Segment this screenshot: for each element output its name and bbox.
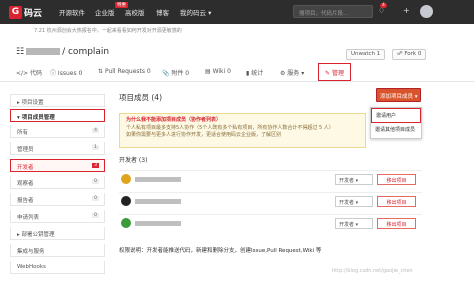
sidebar-item-project-settings[interactable]: ▸ 项目设置 [10, 94, 105, 107]
member-name-blurred[interactable] [135, 199, 181, 204]
sidebar-label: 部署公钥管理 [21, 232, 55, 238]
permission-note: 权限说明：开发者能推送代码，新建和删除分支，创建Issue,Pull Reque… [119, 248, 322, 254]
sidebar-item-observer[interactable]: 观察者 0 [10, 176, 105, 189]
repo-name[interactable]: complain [68, 47, 109, 57]
remove-member-button[interactable]: 移出项目 [377, 218, 416, 229]
tab-wiki[interactable]: ▤ Wiki 0 [205, 68, 231, 75]
sidebar-label: 项目设置 [21, 100, 44, 106]
warning-line-1: 个人私有项目最多支持5人协作（5个人既有多个私有项目，所有协作人数合计不得超过 … [126, 124, 334, 131]
warning-title: 为什么我不能添加项目成员（协作者列表） [126, 117, 222, 123]
sidebar-item-all[interactable]: 所有 4 [10, 125, 105, 138]
warning-line-2[interactable]: 如果你需要与更多人进行协作开发，更适合使用码云企业版，了解区别 [126, 132, 359, 140]
tab-manage-label: 管理 [331, 70, 344, 77]
logo-icon: G [9, 5, 22, 19]
tab-pr-label: Pull Requests 0 [104, 68, 151, 75]
member-avatar[interactable] [121, 218, 131, 228]
sidebar-label: 集成与服务 [17, 249, 45, 255]
tab-services-label: 服务 ▾ [287, 70, 305, 77]
gitee-logo[interactable]: G 码云 [9, 5, 42, 19]
remove-member-button[interactable]: 移出项目 [377, 196, 416, 207]
nav-enterprise[interactable]: 企业版 [95, 7, 115, 17]
fork-button[interactable]: ☍ Fork 0 [392, 49, 427, 60]
fork-label: Fork [404, 51, 417, 57]
sidebar-label: 所有 [17, 130, 29, 136]
role-select[interactable]: 开发者 ▾ [335, 196, 373, 207]
tab-issues[interactable]: ⓘ Issues 0 [50, 68, 82, 77]
tab-stats[interactable]: ▮ 统计 [246, 68, 263, 77]
collaborator-limit-warning: 为什么我不能添加项目成员（协作者列表） 个人私有项目最多支持5人协作（5个人既有… [119, 113, 366, 148]
owner-name-blurred [26, 48, 61, 55]
unwatch-label: Unwatch [351, 51, 376, 57]
sidebar-item-admin[interactable]: 管理员 1 [10, 142, 105, 155]
tab-attach-label: 附件 0 [171, 70, 190, 77]
sidebar-item-integrations[interactable]: 集成与服务 [10, 244, 105, 257]
logo-text: 码云 [24, 8, 43, 19]
tab-services[interactable]: ⚙ 服务 ▾ [280, 68, 304, 77]
member-row: 开发者 ▾ 移出项目 [119, 192, 422, 213]
member-name-blurred[interactable] [135, 177, 181, 182]
notification-count: 4 [380, 3, 387, 8]
role-select[interactable]: 开发者 ▾ [335, 174, 373, 185]
member-avatar[interactable] [121, 174, 131, 184]
tab-stats-label: 统计 [251, 70, 264, 77]
sidebar-label: 管理员 [17, 147, 34, 153]
avatar[interactable] [420, 5, 433, 18]
plus-icon[interactable]: + [403, 6, 410, 15]
tab-pull-requests[interactable]: ⇅ Pull Requests 0 [98, 68, 151, 75]
sidebar-label: WebHooks [17, 264, 46, 270]
developers-header: 开发者 (3) [119, 157, 148, 164]
member-avatar[interactable] [121, 196, 131, 206]
sidebar-item-reporter[interactable]: 报告者 0 [10, 193, 105, 206]
sidebar-label: 观察者 [17, 181, 34, 187]
nav-education[interactable]: 高校版 [125, 7, 145, 17]
repo-title: ☷ / complain [16, 47, 110, 57]
invite-user-option[interactable]: 邀请用户 [371, 108, 421, 123]
sidebar-label: 报告者 [17, 198, 34, 204]
sidebar-label: 开发者 [17, 165, 34, 171]
sidebar-item-member-management[interactable]: ▾ 项目成员管理 [10, 109, 105, 122]
announcement[interactable]: 7.21 杭州源创会大热报名中，一起来看看如何开发对开源更敏感的 [34, 27, 182, 34]
watermark: http://blog.csdn.net/gaojie_chen [332, 268, 413, 274]
sidebar-count: 0 [92, 179, 99, 184]
sidebar-label: 项目成员管理 [21, 115, 55, 121]
tab-code[interactable]: </> 代码 [16, 68, 42, 77]
member-row: 开发者 ▾ 移出项目 [119, 214, 422, 235]
nav-my-gitee[interactable]: 我的码云 ▾ [180, 7, 211, 17]
page-title: 项目成员 (4) [119, 93, 163, 102]
member-row: 开发者 ▾ 移出项目 [119, 170, 422, 191]
sidebar-count: 1 [92, 145, 99, 150]
sidebar-count: 0 [92, 196, 99, 201]
sidebar-label: 申请列表 [17, 215, 40, 221]
unwatch-count: 1 [376, 51, 381, 57]
sidebar-count: 3 [92, 163, 99, 168]
tab-manage[interactable]: ✎ 管理 [318, 63, 351, 81]
add-member-button[interactable]: 添加项目成员 ▾ [376, 88, 421, 102]
nav-opensource[interactable]: 开源软件 [59, 7, 85, 17]
role-select[interactable]: 开发者 ▾ [335, 218, 373, 229]
member-name-blurred[interactable] [135, 221, 181, 226]
tab-issues-label: Issues 0 [57, 70, 83, 77]
tab-wiki-label: Wiki 0 [212, 68, 231, 75]
search-input[interactable]: 搜项目，代码片段... [293, 5, 373, 18]
sidebar-item-deploy-keys[interactable]: ▸ 部署公钥管理 [10, 227, 105, 240]
fork-count: 0 [417, 51, 422, 57]
sidebar-count: 0 [92, 213, 99, 218]
unwatch-button[interactable]: Unwatch 1 [346, 49, 386, 60]
tab-code-label: 代码 [29, 70, 42, 77]
invite-other-members-option[interactable]: 邀请其他项目成员 [371, 123, 421, 136]
repo-tabs: </> 代码 ⓘ Issues 0 ⇅ Pull Requests 0 📎 附件… [0, 63, 474, 82]
sidebar-count: 4 [92, 128, 99, 133]
sidebar-item-applications[interactable]: 申请列表 0 [10, 210, 105, 223]
nav-blog[interactable]: 博客 [156, 7, 169, 17]
tab-attachments[interactable]: 📎 附件 0 [162, 68, 189, 77]
sidebar-item-webhooks[interactable]: WebHooks [10, 261, 105, 274]
sidebar-item-developer[interactable]: 开发者 3 [10, 159, 105, 172]
top-navbar: G 码云 开源软件 企业版 特惠 高校版 博客 我的码云 ▾ 搜项目，代码片段.… [0, 0, 474, 24]
remove-member-button[interactable]: 移出项目 [377, 174, 416, 185]
add-member-dropdown: 邀请用户 邀请其他项目成员 [370, 107, 422, 139]
